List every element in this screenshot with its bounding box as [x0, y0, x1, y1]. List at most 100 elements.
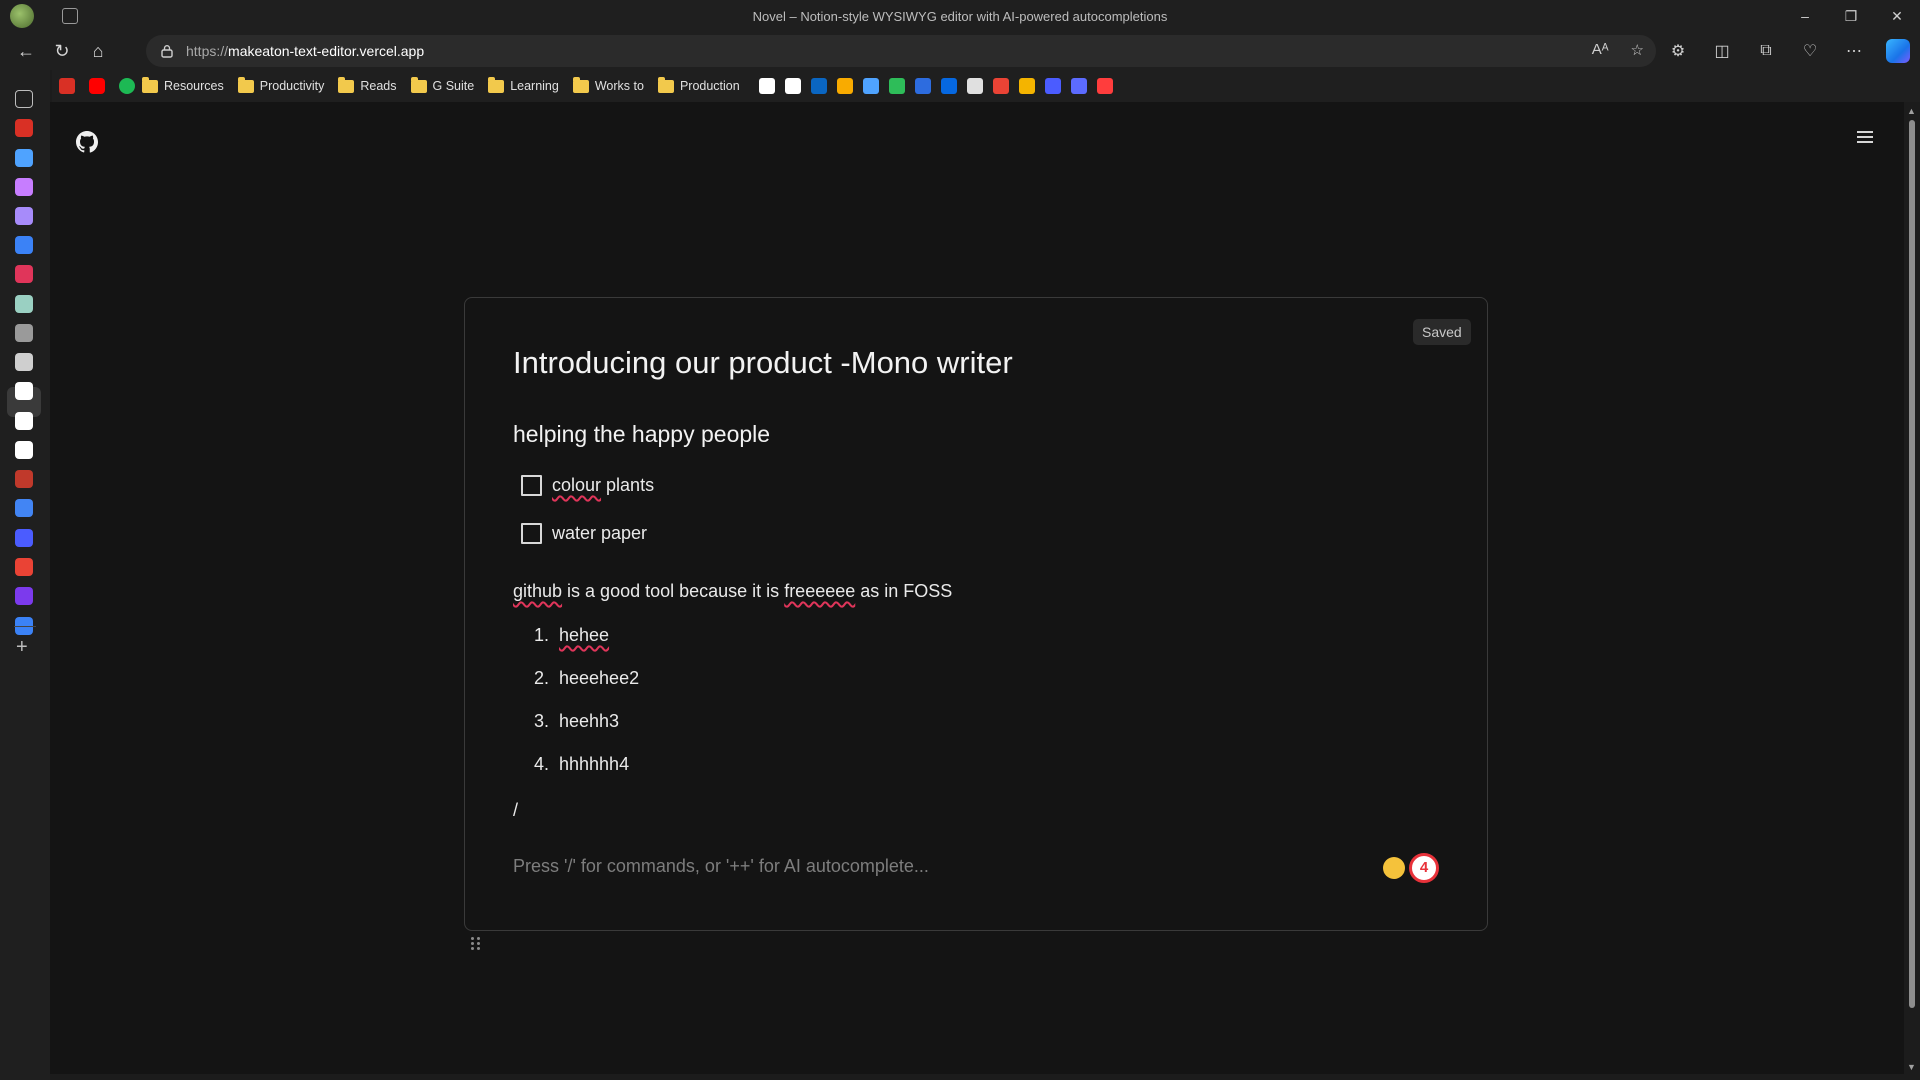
- paragraph[interactable]: github is a good tool because it is free…: [513, 581, 952, 602]
- bookmark-site-icon[interactable]: [914, 78, 931, 94]
- folder-icon: [488, 76, 505, 93]
- sidebar-app-icon[interactable]: [15, 499, 33, 517]
- url-host: makeaton-text-editor.vercel.app: [228, 43, 425, 59]
- grammar-badge-icon[interactable]: 4: [1409, 853, 1439, 883]
- sidebar-app-icon[interactable]: [15, 119, 33, 137]
- bookmark-site-icon[interactable]: [1070, 78, 1087, 94]
- list-number: 4.: [533, 754, 549, 774]
- editor-container[interactable]: [464, 297, 1488, 931]
- task-checkbox[interactable]: [521, 523, 542, 544]
- bookmark-site-icon[interactable]: [888, 78, 905, 94]
- bookmark-site-icon[interactable]: [784, 78, 801, 94]
- list-item[interactable]: 1. hehee: [523, 625, 609, 646]
- emoji-icon[interactable]: [1383, 857, 1405, 879]
- paragraph-misspelled-word: freeeeee: [784, 581, 856, 601]
- paragraph-text: is a good tool because it is: [562, 581, 785, 601]
- extensions-icon[interactable]: ⚙: [1656, 41, 1700, 61]
- bookmark-site-icon[interactable]: [758, 78, 775, 94]
- bookmark-folder-learning[interactable]: Learning: [488, 76, 559, 93]
- sidebar-app-icon[interactable]: [15, 265, 33, 283]
- sidebar-app-icon[interactable]: [15, 412, 33, 430]
- scroll-up-icon[interactable]: ▲: [1907, 106, 1916, 116]
- window-title: Novel – Notion-style WYSIWYG editor with…: [752, 9, 1168, 24]
- sidebar-app-icon[interactable]: [15, 207, 33, 225]
- bookmark-site-icon[interactable]: [966, 78, 983, 94]
- sidebar-app-icon[interactable]: [15, 529, 33, 547]
- sidebar-app-icon[interactable]: [15, 178, 33, 196]
- github-icon[interactable]: [76, 131, 98, 153]
- browser-toolbar: ← ↻ ⌂ https://makeaton-text-editor.verce…: [0, 32, 1920, 70]
- sidebar-app-icon[interactable]: [15, 236, 33, 254]
- folder-icon: [237, 76, 254, 93]
- read-aloud-icon[interactable]: Aᴬ: [1592, 41, 1609, 59]
- split-screen-icon[interactable]: ◫: [1700, 41, 1744, 61]
- slash-command-text[interactable]: /: [513, 800, 518, 821]
- sidebar-app-icon[interactable]: [15, 558, 33, 576]
- bookmark-folder-productivity[interactable]: Productivity: [237, 76, 325, 93]
- sidebar-app-icon[interactable]: [15, 149, 33, 167]
- sidebar-app-icon[interactable]: [15, 295, 33, 313]
- bookmark-site-icon[interactable]: [810, 78, 827, 94]
- task-item[interactable]: water paper: [521, 523, 647, 544]
- collections-icon[interactable]: ⧉: [1744, 42, 1788, 60]
- sidebar-app-icon[interactable]: [15, 90, 33, 108]
- browser-essentials-icon[interactable]: ♡: [1788, 41, 1832, 61]
- bookmark-site-icon[interactable]: [836, 78, 853, 94]
- folder-icon: [657, 76, 674, 93]
- sidebar-app-icon[interactable]: [15, 470, 33, 488]
- task-text-misspelled: colour: [552, 475, 602, 495]
- scroll-down-icon[interactable]: ▼: [1907, 1062, 1916, 1072]
- copilot-icon[interactable]: [1886, 39, 1910, 63]
- document-subheading[interactable]: helping the happy people: [513, 421, 770, 448]
- page-scrollbar[interactable]: ▲ ▼: [1904, 102, 1920, 1074]
- document-heading[interactable]: Introducing our product -Mono writer: [513, 345, 1013, 381]
- task-checkbox[interactable]: [521, 475, 542, 496]
- bookmark-site-icon[interactable]: [992, 78, 1009, 94]
- paragraph-text: as in FOSS: [855, 581, 953, 601]
- add-sidebar-item-icon[interactable]: +: [16, 636, 28, 659]
- home-icon[interactable]: ⌂: [80, 35, 116, 67]
- bookmark-site-icon[interactable]: [940, 78, 957, 94]
- gmail-bookmark-icon[interactable]: [59, 78, 75, 94]
- bookmark-site-icon[interactable]: [862, 78, 879, 94]
- folder-icon: [410, 76, 427, 93]
- task-item[interactable]: colour plants: [521, 475, 654, 496]
- title-bar: Novel – Notion-style WYSIWYG editor with…: [0, 0, 1920, 32]
- sidebar-app-icon[interactable]: [15, 382, 33, 400]
- paragraph-misspelled-word: github: [513, 581, 563, 601]
- bookmark-site-icon[interactable]: [1018, 78, 1035, 94]
- hamburger-menu-icon[interactable]: [1857, 131, 1873, 145]
- list-item[interactable]: 2. heeehee2: [523, 668, 639, 689]
- folder-icon: [142, 76, 158, 93]
- address-bar[interactable]: https://makeaton-text-editor.vercel.app …: [146, 35, 1656, 67]
- back-icon[interactable]: ←: [8, 35, 44, 67]
- youtube-bookmark-icon[interactable]: [89, 78, 105, 94]
- sidebar-app-icon[interactable]: [15, 353, 33, 371]
- list-item[interactable]: 4. hhhhhh4: [523, 754, 629, 775]
- drag-handle-icon[interactable]: [471, 937, 481, 951]
- restore-button[interactable]: ❐: [1828, 0, 1874, 32]
- sidebar-app-icon[interactable]: [15, 324, 33, 342]
- bookmark-folder-resources[interactable]: Resources: [142, 76, 224, 93]
- more-options-icon[interactable]: ⋯: [1832, 41, 1876, 61]
- close-button[interactable]: ✕: [1874, 0, 1920, 32]
- favorite-star-icon[interactable]: ☆: [1631, 41, 1644, 59]
- bookmark-folder-works-to[interactable]: Works to: [572, 76, 644, 93]
- bookmark-folder-gsuite[interactable]: G Suite: [410, 76, 474, 93]
- bookmark-site-icon[interactable]: [1044, 78, 1061, 94]
- bookmark-folder-reads[interactable]: Reads: [338, 76, 397, 93]
- browser-sidebar: +: [0, 70, 50, 1080]
- list-item[interactable]: 3. heehh3: [523, 711, 619, 732]
- bookmark-folder-label: Productivity: [259, 79, 325, 93]
- list-number: 1.: [533, 625, 549, 645]
- bookmark-folder-production[interactable]: Production: [657, 76, 740, 93]
- sidebar-app-icon[interactable]: [15, 441, 33, 459]
- minimize-button[interactable]: –: [1782, 0, 1828, 32]
- refresh-icon[interactable]: ↻: [44, 35, 80, 67]
- sidebar-app-icon[interactable]: [15, 587, 33, 605]
- scroll-thumb[interactable]: [1909, 120, 1915, 1008]
- bookmark-site-icon[interactable]: [1096, 78, 1113, 94]
- spotify-bookmark-icon[interactable]: [119, 78, 135, 94]
- save-status-badge: Saved: [1413, 319, 1471, 345]
- editor-placeholder[interactable]: Press '/' for commands, or '++' for AI a…: [513, 856, 929, 877]
